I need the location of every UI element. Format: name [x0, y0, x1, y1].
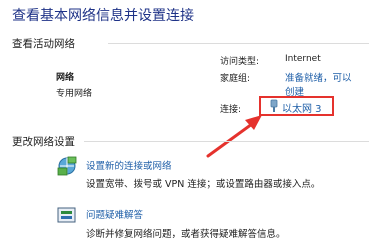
section-divider — [84, 141, 369, 142]
troubleshoot-link[interactable]: 问题疑难解答 — [86, 207, 143, 221]
annotation-arrow — [206, 115, 262, 158]
section-title-change-settings: 更改网络设置 — [12, 136, 75, 148]
network-setup-icon — [57, 156, 77, 176]
setup-connection-description: 设置宽带、拨号或 VPN 连接；或设置路由器或接入点。 — [86, 179, 321, 190]
setup-connection-link[interactable]: 设置新的连接或网络 — [86, 158, 172, 172]
troubleshoot-description: 诊断并修复网络问题，或者获得疑难解答信息。 — [86, 229, 286, 240]
troubleshoot-icon — [57, 207, 76, 223]
